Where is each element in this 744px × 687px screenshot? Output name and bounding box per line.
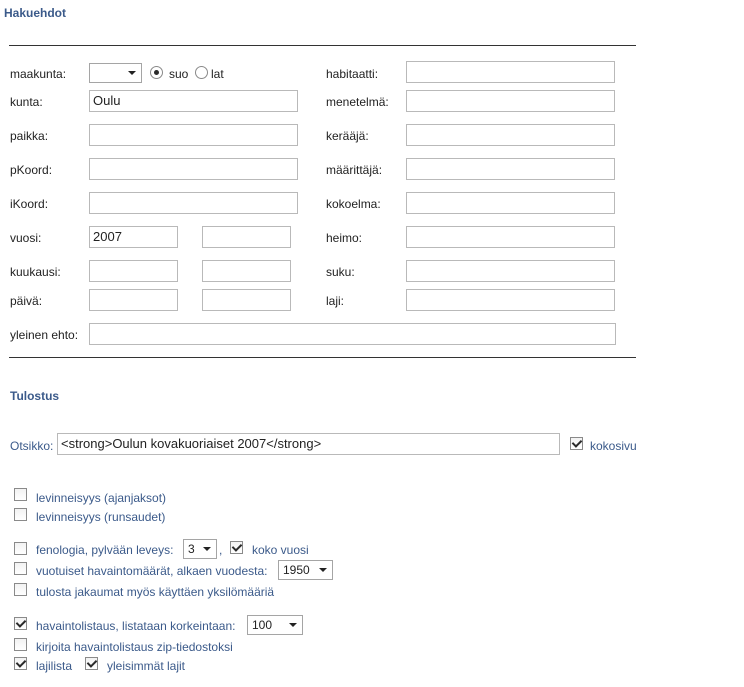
havaintolistaus-label: havaintolistaus, listataan korkeintaan: bbox=[36, 619, 236, 633]
menetelma-input[interactable] bbox=[406, 90, 615, 112]
radio-suo-label: suo bbox=[169, 67, 189, 81]
habitaatti-label: habitaatti: bbox=[326, 67, 379, 81]
laji-input[interactable] bbox=[406, 289, 615, 311]
yleinen-label: yleinen ehto: bbox=[10, 328, 79, 342]
lajilista-label: lajilista bbox=[36, 659, 73, 673]
vuotuiset-label: vuotuiset havaintomäärät, alkaen vuodest… bbox=[36, 564, 268, 578]
pkoord-label: pKoord: bbox=[10, 163, 53, 177]
paiva-label: päivä: bbox=[10, 294, 43, 308]
zip-label: kirjoita havaintolistaus zip-tiedostoksi bbox=[36, 640, 233, 654]
tulosta-checkbox[interactable] bbox=[14, 583, 27, 596]
chevron-down-icon bbox=[203, 547, 211, 551]
otsikko-label: Otsikko: bbox=[10, 439, 54, 453]
chevron-down-icon bbox=[289, 623, 297, 627]
ikoord-label: iKoord: bbox=[10, 197, 49, 211]
maakunta-label: maakunta: bbox=[10, 67, 67, 81]
levinneisyys-ajanjaksot-checkbox[interactable] bbox=[14, 488, 27, 501]
kuukausi-label: kuukausi: bbox=[10, 265, 61, 279]
maakunta-select[interactable] bbox=[89, 63, 142, 83]
habitaatti-input[interactable] bbox=[406, 61, 615, 83]
paiva-from-input[interactable] bbox=[89, 289, 178, 311]
top-divider bbox=[9, 45, 636, 46]
suku-label: suku: bbox=[326, 265, 355, 279]
yleisimmat-checkbox[interactable] bbox=[85, 657, 98, 670]
kuukausi-from-input[interactable] bbox=[89, 260, 178, 282]
chevron-down-icon bbox=[128, 71, 136, 75]
ikoord-input[interactable] bbox=[89, 192, 298, 214]
radio-lat-label: lat bbox=[211, 67, 224, 81]
suku-input[interactable] bbox=[406, 260, 615, 282]
tulosta-label: tulosta jakaumat myös käyttäen yksilömää… bbox=[36, 585, 275, 599]
bottom-divider bbox=[9, 357, 636, 358]
yleinen-input[interactable] bbox=[89, 323, 616, 345]
keraaja-label: kerääjä: bbox=[326, 129, 369, 143]
otsikko-input[interactable]: <strong>Oulun kovakuoriaiset 2007</stron… bbox=[57, 433, 560, 455]
vuotuiset-checkbox[interactable] bbox=[14, 562, 27, 575]
havaintolistaus-max-select[interactable]: 100 bbox=[247, 615, 303, 635]
pkoord-input[interactable] bbox=[89, 158, 298, 180]
fenologia-width-select[interactable]: 3 bbox=[183, 539, 217, 559]
kokosivu-label: kokosivu bbox=[590, 439, 637, 453]
havaintolistaus-checkbox[interactable] bbox=[14, 617, 27, 630]
yleisimmat-label: yleisimmät lajit bbox=[107, 659, 186, 673]
vuotuiset-year-select[interactable]: 1950 bbox=[278, 560, 333, 580]
lajilista-checkbox[interactable] bbox=[14, 657, 27, 670]
laji-label: laji: bbox=[326, 294, 345, 308]
vuosi-label: vuosi: bbox=[10, 231, 42, 245]
levinneisyys-runsaudet-label: levinneisyys (runsaudet) bbox=[36, 510, 166, 524]
paikka-label: paikka: bbox=[10, 129, 49, 143]
kuukausi-to-input[interactable] bbox=[202, 260, 291, 282]
levinneisyys-runsaudet-checkbox[interactable] bbox=[14, 508, 27, 521]
heimo-input[interactable] bbox=[406, 226, 615, 248]
kunta-input[interactable]: Oulu bbox=[89, 90, 298, 112]
vuosi-from-input[interactable]: 2007 bbox=[89, 226, 178, 248]
zip-checkbox[interactable] bbox=[14, 638, 27, 651]
paiva-to-input[interactable] bbox=[202, 289, 291, 311]
radio-lat[interactable] bbox=[195, 66, 208, 79]
vuotuiset-year-value: 1950 bbox=[283, 563, 310, 577]
kokosivu-checkbox[interactable] bbox=[570, 437, 583, 450]
koko-vuosi-checkbox[interactable] bbox=[230, 541, 243, 554]
paikka-input[interactable] bbox=[89, 124, 298, 146]
output-heading: Tulostus bbox=[10, 389, 60, 403]
fenologia-label: fenologia, pylvään leveys: bbox=[36, 543, 174, 557]
menetelma-label: menetelmä: bbox=[326, 95, 389, 109]
search-heading: Hakuehdot bbox=[4, 6, 67, 20]
chevron-down-icon bbox=[319, 568, 327, 572]
fenologia-width-value: 3 bbox=[188, 542, 195, 556]
kokoelma-input[interactable] bbox=[406, 192, 615, 214]
radio-suo[interactable] bbox=[150, 66, 163, 79]
fenologia-checkbox[interactable] bbox=[14, 542, 27, 555]
fenologia-comma: , bbox=[219, 543, 223, 557]
heimo-label: heimo: bbox=[326, 231, 363, 245]
maarittaja-label: määrittäjä: bbox=[326, 163, 383, 177]
kunta-label: kunta: bbox=[10, 95, 43, 109]
koko-vuosi-label: koko vuosi bbox=[252, 543, 309, 557]
levinneisyys-ajanjaksot-label: levinneisyys (ajanjaksot) bbox=[36, 491, 167, 505]
kokoelma-label: kokoelma: bbox=[326, 197, 381, 211]
keraaja-input[interactable] bbox=[406, 124, 615, 146]
vuosi-to-input[interactable] bbox=[202, 226, 291, 248]
maarittaja-input[interactable] bbox=[406, 158, 615, 180]
havaintolistaus-max-value: 100 bbox=[252, 618, 273, 632]
